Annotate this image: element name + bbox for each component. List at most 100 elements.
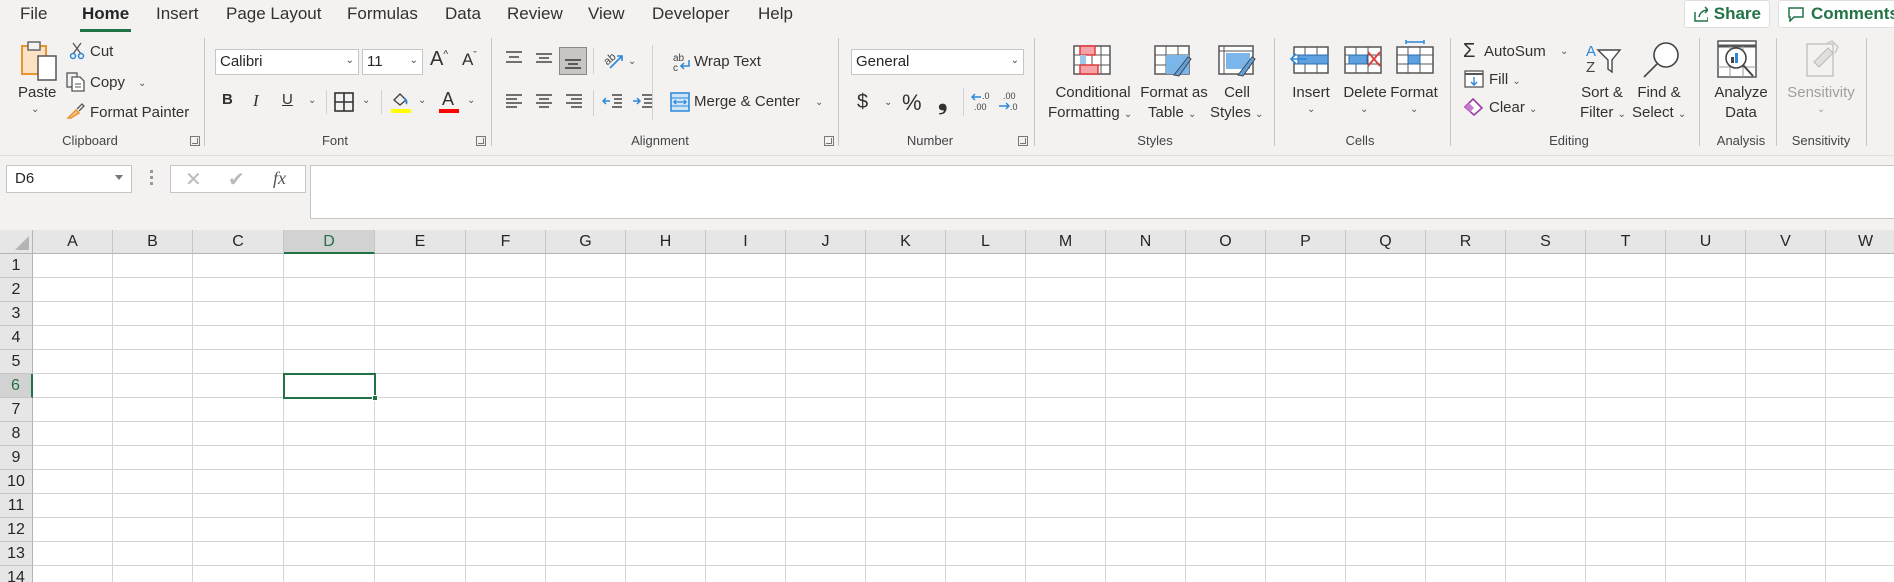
autosum-dropdown[interactable]: ⌄ — [1560, 46, 1568, 57]
row-header-14[interactable]: 14 — [0, 566, 33, 582]
row-header-12[interactable]: 12 — [0, 518, 33, 542]
name-box[interactable]: D6 — [6, 165, 132, 193]
cell-styles-button[interactable]: Styles ⌄ — [1210, 104, 1263, 121]
tab-review[interactable]: Review — [507, 4, 563, 24]
merge-center-dropdown[interactable]: ⌄ — [815, 97, 823, 108]
tab-page-layout[interactable]: Page Layout — [226, 4, 321, 24]
paste-dropdown[interactable]: ⌄ — [31, 104, 39, 115]
underline-dropdown[interactable]: ⌄ — [308, 95, 316, 106]
row-header-5[interactable]: 5 — [0, 350, 33, 374]
delete-dropdown[interactable]: ⌄ — [1360, 104, 1368, 115]
increase-decimal-button[interactable]: .0.00 — [970, 89, 994, 118]
comma-style-button[interactable]: ❟ — [938, 88, 947, 116]
tab-formulas[interactable]: Formulas — [347, 4, 418, 24]
column-header-S[interactable]: S — [1506, 230, 1586, 254]
find-select-button[interactable]: Select ⌄ — [1632, 104, 1686, 121]
align-right-button[interactable] — [564, 92, 584, 115]
fill-color-dropdown[interactable]: ⌄ — [418, 95, 426, 106]
column-header-L[interactable]: L — [946, 230, 1026, 254]
column-header-O[interactable]: O — [1186, 230, 1266, 254]
enter-icon[interactable]: ✔ — [228, 167, 245, 192]
sort-filter-button[interactable]: Filter ⌄ — [1580, 104, 1626, 121]
merge-center-button[interactable]: Merge & Center — [694, 93, 800, 110]
column-header-M[interactable]: M — [1026, 230, 1106, 254]
increase-indent-button[interactable] — [632, 92, 654, 115]
column-header-K[interactable]: K — [866, 230, 946, 254]
column-header-B[interactable]: B — [113, 230, 193, 254]
formula-input[interactable] — [310, 165, 1894, 219]
borders-button[interactable] — [334, 92, 354, 117]
column-header-R[interactable]: R — [1426, 230, 1506, 254]
increase-font-size-button[interactable]: A^ — [430, 48, 448, 71]
comments-button[interactable]: Comments — [1778, 0, 1894, 28]
column-header-V[interactable]: V — [1746, 230, 1826, 254]
column-header-J[interactable]: J — [786, 230, 866, 254]
wrap-text-button[interactable]: Wrap Text — [694, 53, 761, 70]
copy-button[interactable]: Copy — [90, 74, 125, 91]
conditional-formatting-label[interactable]: Conditional — [1050, 84, 1136, 101]
decrease-decimal-button[interactable]: .00.0 — [997, 89, 1021, 118]
paste-button[interactable] — [18, 40, 60, 87]
font-color-button[interactable]: A — [438, 88, 460, 119]
row-header-4[interactable]: 4 — [0, 326, 33, 350]
find-select-label[interactable]: Find & — [1632, 84, 1686, 101]
tab-help[interactable]: Help — [758, 4, 793, 24]
percent-button[interactable]: % — [902, 90, 922, 116]
decrease-font-size-button[interactable]: Aˇ — [462, 50, 477, 70]
column-header-A[interactable]: A — [33, 230, 113, 254]
column-header-T[interactable]: T — [1586, 230, 1666, 254]
tab-view[interactable]: View — [588, 4, 625, 24]
insert-function-button[interactable]: fx — [273, 168, 286, 189]
fill-color-button[interactable] — [390, 90, 412, 119]
number-dialog-launcher[interactable] — [1018, 136, 1028, 146]
row-header-6[interactable]: 6 — [0, 374, 33, 398]
autosum-button[interactable]: AutoSum — [1484, 43, 1546, 60]
font-dialog-launcher[interactable] — [476, 136, 486, 146]
fill-button[interactable]: Fill ⌄ — [1489, 71, 1521, 88]
currency-dropdown[interactable]: ⌄ — [884, 97, 892, 108]
underline-button[interactable]: U — [282, 91, 293, 108]
format-as-table-label[interactable]: Format as — [1136, 84, 1212, 101]
number-format-combo[interactable]: General ⌄ — [851, 49, 1024, 75]
tab-insert[interactable]: Insert — [156, 4, 199, 24]
column-header-D[interactable]: D — [284, 230, 375, 254]
row-header-7[interactable]: 7 — [0, 398, 33, 422]
delete-cells-button[interactable]: Delete — [1340, 84, 1390, 101]
alignment-dialog-launcher[interactable] — [824, 136, 834, 146]
tab-file[interactable]: File — [20, 4, 47, 24]
clipboard-dialog-launcher[interactable] — [190, 136, 200, 146]
sensitivity-button[interactable]: Sensitivity — [1784, 84, 1858, 101]
tab-data[interactable]: Data — [445, 4, 481, 24]
font-size-combo[interactable]: 11 ⌄ — [362, 49, 423, 75]
font-name-combo[interactable]: Calibri ⌄ — [215, 49, 359, 75]
sensitivity-dropdown[interactable]: ⌄ — [1817, 104, 1825, 115]
analyze-data-button[interactable]: Analyze — [1710, 84, 1772, 101]
bold-button[interactable]: B — [222, 91, 233, 108]
decrease-indent-button[interactable] — [601, 92, 624, 115]
font-color-dropdown[interactable]: ⌄ — [467, 95, 475, 106]
currency-button[interactable]: $ — [857, 91, 868, 114]
conditional-formatting-button[interactable]: Formatting ⌄ — [1048, 104, 1132, 121]
column-header-P[interactable]: P — [1266, 230, 1346, 254]
row-header-8[interactable]: 8 — [0, 422, 33, 446]
middle-align-button[interactable] — [534, 50, 554, 71]
cancel-icon[interactable]: ✕ — [185, 167, 202, 192]
column-header-E[interactable]: E — [375, 230, 466, 254]
drag-handle[interactable] — [150, 170, 153, 186]
clear-button[interactable]: Clear ⌄ — [1489, 99, 1537, 116]
column-header-F[interactable]: F — [466, 230, 546, 254]
selected-cell[interactable] — [283, 373, 376, 399]
row-header-9[interactable]: 9 — [0, 446, 33, 470]
row-header-1[interactable]: 1 — [0, 254, 33, 278]
fill-handle[interactable] — [372, 395, 378, 401]
italic-button[interactable]: I — [253, 91, 259, 111]
row-header-11[interactable]: 11 — [0, 494, 33, 518]
row-header-3[interactable]: 3 — [0, 302, 33, 326]
insert-cells-button[interactable]: Insert — [1288, 84, 1334, 101]
insert-dropdown[interactable]: ⌄ — [1307, 104, 1315, 115]
column-header-Q[interactable]: Q — [1346, 230, 1426, 254]
row-header-2[interactable]: 2 — [0, 278, 33, 302]
format-cells-button[interactable]: Format — [1388, 84, 1440, 101]
orientation-dropdown[interactable]: ⌄ — [628, 56, 636, 67]
bottom-align-button[interactable] — [559, 47, 587, 75]
